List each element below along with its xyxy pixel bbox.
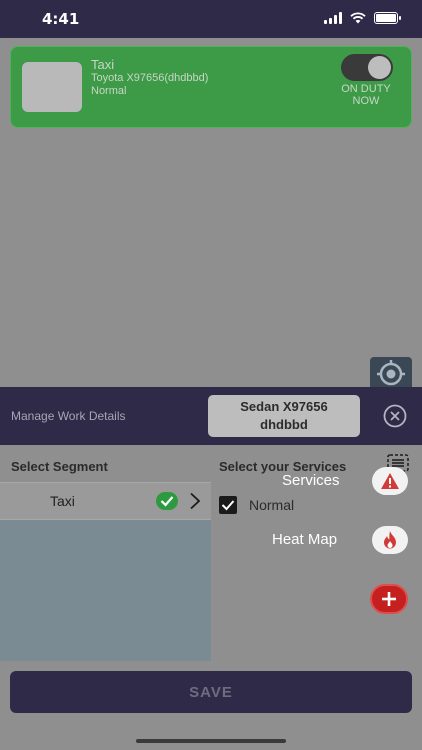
close-button[interactable] — [383, 404, 407, 428]
vehicle-image — [22, 62, 82, 112]
fab-heatmap-label[interactable]: Heat Map — [272, 531, 337, 548]
plus-icon — [382, 592, 396, 606]
vehicle-card: Taxi Toyota X97656(dhdbbd) Normal ON DUT… — [10, 46, 412, 128]
service-item-normal[interactable]: Normal — [219, 496, 294, 514]
fire-icon — [384, 531, 396, 549]
chevron-right-icon — [190, 492, 201, 510]
locate-button[interactable] — [370, 357, 412, 389]
selected-vehicle-chip[interactable]: Sedan X97656 dhdbbd — [208, 395, 360, 437]
duty-toggle-knob — [368, 56, 391, 79]
work-details-title: Manage Work Details — [11, 409, 126, 423]
warning-icon — [381, 473, 399, 489]
status-time: 4:41 — [42, 10, 80, 28]
duty-status-label: ON DUTY NOW — [341, 83, 391, 107]
save-button[interactable]: SAVE — [10, 671, 412, 713]
segment-list-area — [0, 520, 211, 661]
service-checkbox[interactable] — [219, 496, 237, 514]
vehicle-chip-line1: Sedan X97656 — [240, 399, 328, 414]
wifi-icon — [350, 12, 366, 24]
status-bar: 4:41 — [0, 0, 422, 38]
segment-title: Select Segment — [11, 459, 108, 474]
segment-item-taxi[interactable]: Taxi — [0, 482, 211, 520]
vehicle-model: Toyota X97656(dhdbbd) — [91, 72, 209, 84]
signal-icon — [324, 12, 342, 24]
close-icon — [383, 404, 407, 428]
battery-icon — [374, 12, 401, 24]
fab-services-label[interactable]: Services — [282, 472, 340, 489]
status-icons — [324, 12, 401, 24]
fab-heatmap-button[interactable] — [372, 526, 408, 554]
service-item-label: Normal — [249, 497, 295, 513]
fab-services-button[interactable] — [372, 467, 408, 495]
check-icon — [156, 492, 178, 510]
vehicle-chip-line2: dhdbbd — [260, 417, 308, 432]
locate-icon — [377, 360, 405, 386]
vehicle-name: Taxi — [91, 57, 115, 72]
vehicle-type: Normal — [91, 85, 127, 97]
segment-item-label: Taxi — [50, 493, 75, 509]
duty-toggle[interactable] — [341, 54, 393, 81]
fab-add-button[interactable] — [370, 584, 408, 614]
work-details-bar: Manage Work Details Sedan X97656 dhdbbd — [0, 387, 422, 445]
home-indicator[interactable] — [136, 739, 286, 743]
segment-panel: Select Segment Taxi — [0, 445, 211, 661]
